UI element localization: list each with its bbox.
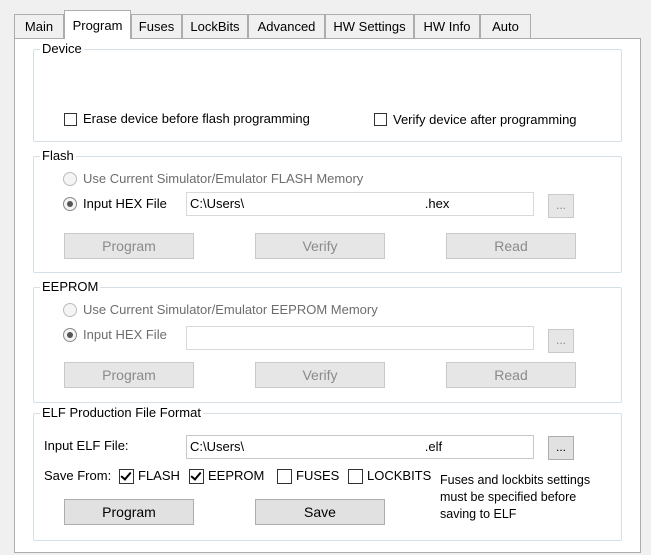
eeprom-browse-button[interactable]: ... [548, 329, 574, 353]
flash-hex-path-input[interactable]: C:\Users\ .hex [186, 192, 534, 216]
eeprom-hex-path-input[interactable] [186, 326, 534, 350]
save-flash-label: FLASH [138, 468, 180, 483]
device-group: Device Erase device before flash program… [33, 40, 622, 142]
elf-note-line-3: saving to ELF [440, 507, 517, 521]
flash-browse-button[interactable]: ... [548, 194, 574, 218]
eeprom-read-button[interactable]: Read [446, 362, 576, 388]
elf-group: ELF Production File Format Input ELF Fil… [33, 404, 622, 541]
eeprom-program-button[interactable]: Program [64, 362, 194, 388]
save-from-label: Save From: [44, 468, 112, 483]
elf-save-button[interactable]: Save [255, 499, 385, 525]
save-lockbits-label: LOCKBITS [367, 468, 432, 483]
save-lockbits-checkbox[interactable] [348, 469, 363, 484]
erase-device-label: Erase device before flash programming [83, 111, 310, 126]
flash-use-simulator-radio[interactable] [63, 172, 77, 186]
eeprom-group-title: EEPROM [40, 278, 101, 296]
tab-hw-info[interactable]: HW Info [414, 14, 480, 38]
flash-input-hex-label: Input HEX File [83, 196, 167, 211]
tab-hw-settings[interactable]: HW Settings [325, 14, 414, 38]
elf-path-input[interactable]: C:\Users\ .elf [186, 435, 534, 459]
elf-note-line-2: must be specified before [440, 490, 577, 504]
flash-program-button[interactable]: Program [64, 233, 194, 259]
eeprom-use-simulator-radio[interactable] [63, 303, 77, 317]
tab-main[interactable]: Main [14, 14, 64, 38]
program-tab-panel: Device Erase device before flash program… [14, 38, 641, 553]
elf-program-button[interactable]: Program [64, 499, 194, 525]
save-fuses-label: FUSES [296, 468, 340, 483]
flash-read-button[interactable]: Read [446, 233, 576, 259]
eeprom-use-simulator-label: Use Current Simulator/Emulator EEPROM Me… [83, 302, 378, 317]
eeprom-input-hex-radio[interactable] [63, 328, 77, 342]
elf-note: Fuses and lockbits settings must be spec… [440, 472, 590, 523]
eeprom-group: EEPROM Use Current Simulator/Emulator EE… [33, 278, 622, 403]
tab-fuses[interactable]: Fuses [131, 14, 182, 38]
save-fuses-checkbox[interactable] [277, 469, 292, 484]
eeprom-verify-button[interactable]: Verify [255, 362, 385, 388]
verify-device-label: Verify device after programming [393, 112, 577, 127]
elf-group-title: ELF Production File Format [40, 404, 203, 422]
flash-group: Flash Use Current Simulator/Emulator FLA… [33, 147, 622, 273]
elf-note-line-1: Fuses and lockbits settings [440, 473, 591, 487]
save-eeprom-checkbox[interactable] [189, 469, 204, 484]
device-group-title: Device [40, 40, 84, 58]
tab-advanced[interactable]: Advanced [248, 14, 325, 38]
elf-browse-button[interactable]: ... [548, 436, 574, 460]
flash-use-simulator-label: Use Current Simulator/Emulator FLASH Mem… [83, 171, 364, 186]
erase-device-checkbox[interactable] [64, 113, 77, 126]
tab-lockbits[interactable]: LockBits [182, 14, 248, 38]
verify-device-checkbox[interactable] [374, 113, 387, 126]
save-flash-checkbox[interactable] [119, 469, 134, 484]
elf-input-label: Input ELF File: [44, 438, 129, 453]
save-eeprom-label: EEPROM [208, 468, 265, 483]
eeprom-input-hex-label: Input HEX File [83, 327, 167, 342]
flash-input-hex-radio[interactable] [63, 197, 77, 211]
tab-program[interactable]: Program [64, 10, 131, 39]
flash-verify-button[interactable]: Verify [255, 233, 385, 259]
tab-auto[interactable]: Auto [480, 14, 531, 38]
flash-group-title: Flash [40, 147, 76, 165]
